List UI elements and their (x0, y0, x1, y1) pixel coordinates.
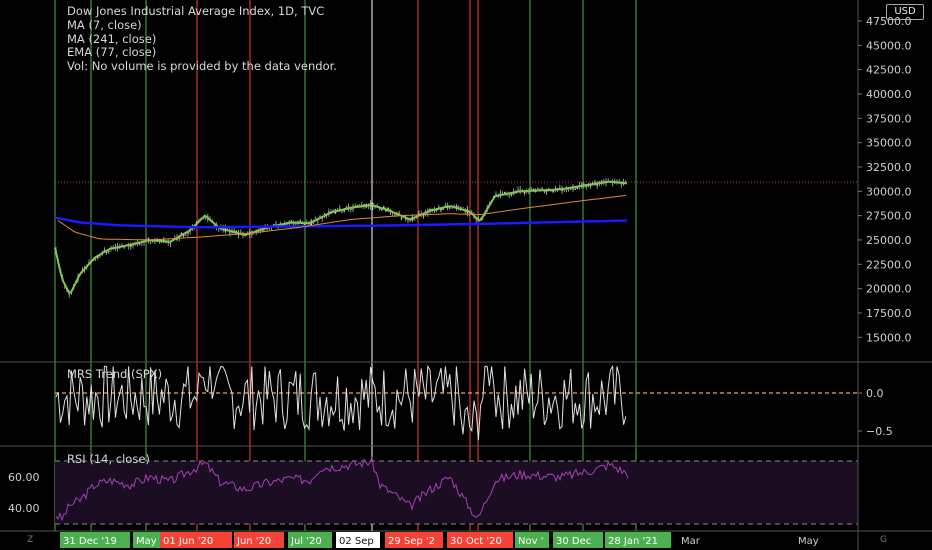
candle-body (332, 209, 334, 211)
candle-body (462, 207, 464, 209)
candle-body (341, 211, 343, 213)
rsi-label[interactable]: RSI (14, close) (67, 452, 150, 466)
candle-body (409, 220, 411, 222)
candle-body (552, 190, 554, 193)
candle-body (185, 234, 187, 236)
mrs-trend-label[interactable]: MRS Trend (SPX) (67, 367, 162, 381)
time-axis-label[interactable]: 28 Jan '21 (608, 536, 658, 547)
candle-body (350, 208, 352, 210)
mrs-trend-panel[interactable]: 0.0 −0.5 (55, 364, 893, 441)
chart-legend: Dow Jones Industrial Average Index, 1D, … (67, 4, 337, 74)
time-axis-label[interactable]: 30 Dec (556, 536, 591, 547)
rsi-tick-label: 40.00 (8, 502, 40, 515)
ma241-line (54, 216, 628, 229)
candle-body (576, 187, 579, 189)
price-tick-label: 30000.0 (866, 185, 912, 198)
rsi-panel[interactable]: 60.00 40.00 (8, 456, 858, 525)
candle-body (418, 213, 420, 215)
price-tick-label: 45000.0 (866, 39, 912, 52)
mrs-tick-label: −0.5 (866, 425, 893, 438)
ma7-legend[interactable]: MA (7, close) (67, 18, 337, 33)
candle-body (400, 217, 403, 219)
time-axis-label[interactable]: May (136, 536, 157, 547)
candle-body (138, 243, 141, 245)
price-tick-label: 42500.0 (866, 64, 912, 77)
volume-legend[interactable]: Vol: No volume is provided by the data v… (67, 59, 337, 74)
time-axis-label[interactable]: Mar (681, 536, 701, 547)
price-tick-label: 17500.0 (866, 307, 912, 320)
rsi-tick-label: 60.00 (8, 471, 40, 484)
candle-body (625, 181, 627, 183)
symbol-title[interactable]: Dow Jones Industrial Average Index, 1D, … (67, 4, 337, 19)
zoom-reset-icon[interactable]: Z (27, 535, 33, 545)
price-axis[interactable]: 47500.045000.042500.040000.037500.035000… (857, 0, 912, 550)
candle-body (413, 219, 416, 221)
price-tick-label: 40000.0 (866, 88, 912, 101)
candle-body (517, 189, 519, 191)
price-tick-label: 32500.0 (866, 161, 912, 174)
time-axis-label[interactable]: Jul '20 (290, 536, 322, 547)
price-tick-label: 20000.0 (866, 283, 912, 296)
candle-body (169, 242, 172, 244)
ma7-line (54, 180, 628, 294)
candle-body (149, 241, 152, 243)
candle-body (345, 206, 348, 208)
ema77-line (57, 194, 627, 241)
candle-body (374, 207, 376, 209)
candle-body (563, 190, 565, 192)
candle-body (541, 187, 543, 190)
settings-icon[interactable]: G (880, 535, 887, 545)
candle-body (449, 207, 451, 209)
time-axis-label[interactable]: 01 Jun '20 (163, 536, 213, 547)
ma241-legend[interactable]: MA (241, close) (67, 32, 337, 47)
price-tick-label: 27500.0 (866, 210, 912, 223)
price-tick-label: 22500.0 (866, 258, 912, 271)
candle-body (442, 208, 444, 210)
time-axis-label[interactable]: 30 Oct '20 (450, 536, 502, 547)
price-tick-label: 35000.0 (866, 137, 912, 150)
candle-body (422, 215, 425, 217)
candle-body (508, 194, 510, 196)
time-axis-label[interactable]: Nov ' (518, 536, 543, 547)
time-axis-label[interactable]: 29 Sep '2 (388, 536, 435, 547)
time-axis-label[interactable]: Jun '20 (236, 536, 271, 547)
candle-body (108, 251, 110, 253)
chart-area[interactable]: 0.0−0.5 60.0040.00 47500.045000.042500.0… (0, 0, 932, 550)
time-axis-label[interactable]: 02 Sep (339, 536, 374, 547)
candle-body (495, 193, 497, 195)
time-axis[interactable]: 31 Dec '19 May 01 Jun '20 Jun '20 Jul '20 02 … (60, 532, 819, 548)
candle-body (537, 188, 539, 190)
price-tick-label: 37500.0 (866, 112, 912, 125)
candle-body (299, 220, 301, 222)
mrs-tick-label: 0.0 (866, 387, 884, 400)
currency-badge[interactable]: USD (886, 4, 924, 20)
price-tick-label: 25000.0 (866, 234, 912, 247)
rsi-band (55, 461, 858, 524)
time-axis-label[interactable]: 31 Dec '19 (63, 536, 117, 547)
ema77-legend[interactable]: EMA (77, close) (67, 46, 337, 60)
candle-body (123, 247, 125, 249)
candle-body (510, 194, 513, 196)
price-tick-label: 15000.0 (866, 331, 912, 344)
candle-body (574, 188, 576, 190)
time-axis-label[interactable]: May (798, 536, 819, 547)
